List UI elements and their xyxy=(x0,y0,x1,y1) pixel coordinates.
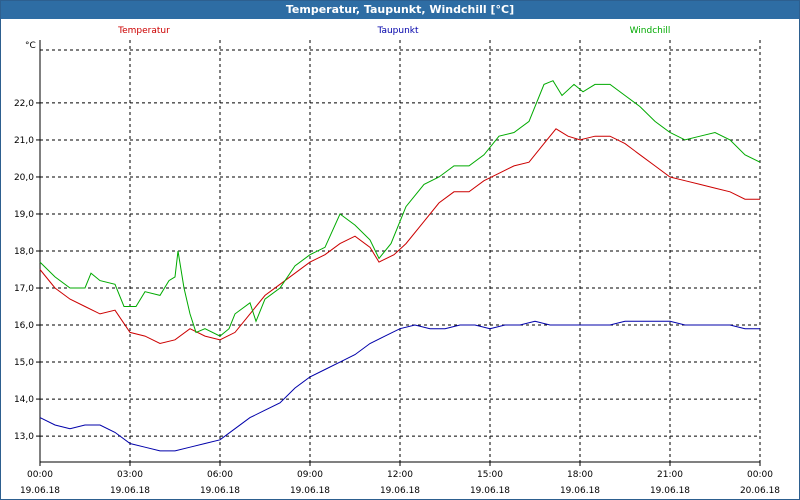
x-tick-time: 06:00 xyxy=(207,470,233,480)
x-tick-time: 00:00 xyxy=(747,470,773,480)
x-tick-date: 19.06.18 xyxy=(290,486,330,496)
legend-temperatur: Temperatur xyxy=(117,26,170,36)
y-tick-label: 15,0 xyxy=(14,358,34,368)
x-tick-time: 09:00 xyxy=(297,470,323,480)
y-tick-label: 17,0 xyxy=(14,284,34,294)
y-tick-label: 19,0 xyxy=(14,210,34,220)
x-tick-date: 19.06.18 xyxy=(200,486,240,496)
x-tick-date: 19.06.18 xyxy=(650,486,690,496)
x-tick-date: 19.06.18 xyxy=(470,486,510,496)
legend-windchill: Windchill xyxy=(630,26,671,36)
x-tick-time: 15:00 xyxy=(477,470,503,480)
y-tick-label: 22,0 xyxy=(14,99,34,109)
legend: Temperatur Taupunkt Windchill xyxy=(117,26,670,36)
axes xyxy=(36,40,761,466)
y-tick-label: 21,0 xyxy=(14,136,34,146)
x-axis-labels: 00:00 19.06.18 03:00 19.06.18 06:00 19.06.18 0… xyxy=(20,470,780,496)
x-tick-time: 03:00 xyxy=(117,470,143,480)
x-tick-time: 12:00 xyxy=(387,470,413,480)
y-axis-unit: °C xyxy=(25,41,36,51)
grid xyxy=(40,40,761,462)
x-tick-date: 20.06.18 xyxy=(740,486,780,496)
x-tick-time: 00:00 xyxy=(27,470,53,480)
y-axis-labels: 13,0 14,0 15,0 16,0 17,0 18,0 19,0 20,0 21,0 22,0… xyxy=(14,41,36,442)
line-chart: 13,0 14,0 15,0 16,0 17,0 18,0 19,0 20,0 21,0 22,0… xyxy=(14,26,780,496)
x-tick-date: 19.06.18 xyxy=(20,486,60,496)
y-tick-label: 14,0 xyxy=(14,395,34,405)
legend-taupunkt: Taupunkt xyxy=(376,26,419,36)
x-tick-date: 19.06.18 xyxy=(560,486,600,496)
x-tick-date: 19.06.18 xyxy=(380,486,420,496)
y-tick-label: 16,0 xyxy=(14,321,34,331)
x-tick-time: 18:00 xyxy=(567,470,593,480)
y-tick-label: 20,0 xyxy=(14,173,34,183)
x-tick-date: 19.06.18 xyxy=(110,486,150,496)
y-tick-label: 13,0 xyxy=(14,432,34,442)
y-tick-label: 18,0 xyxy=(14,247,34,257)
x-tick-time: 21:00 xyxy=(657,470,683,480)
